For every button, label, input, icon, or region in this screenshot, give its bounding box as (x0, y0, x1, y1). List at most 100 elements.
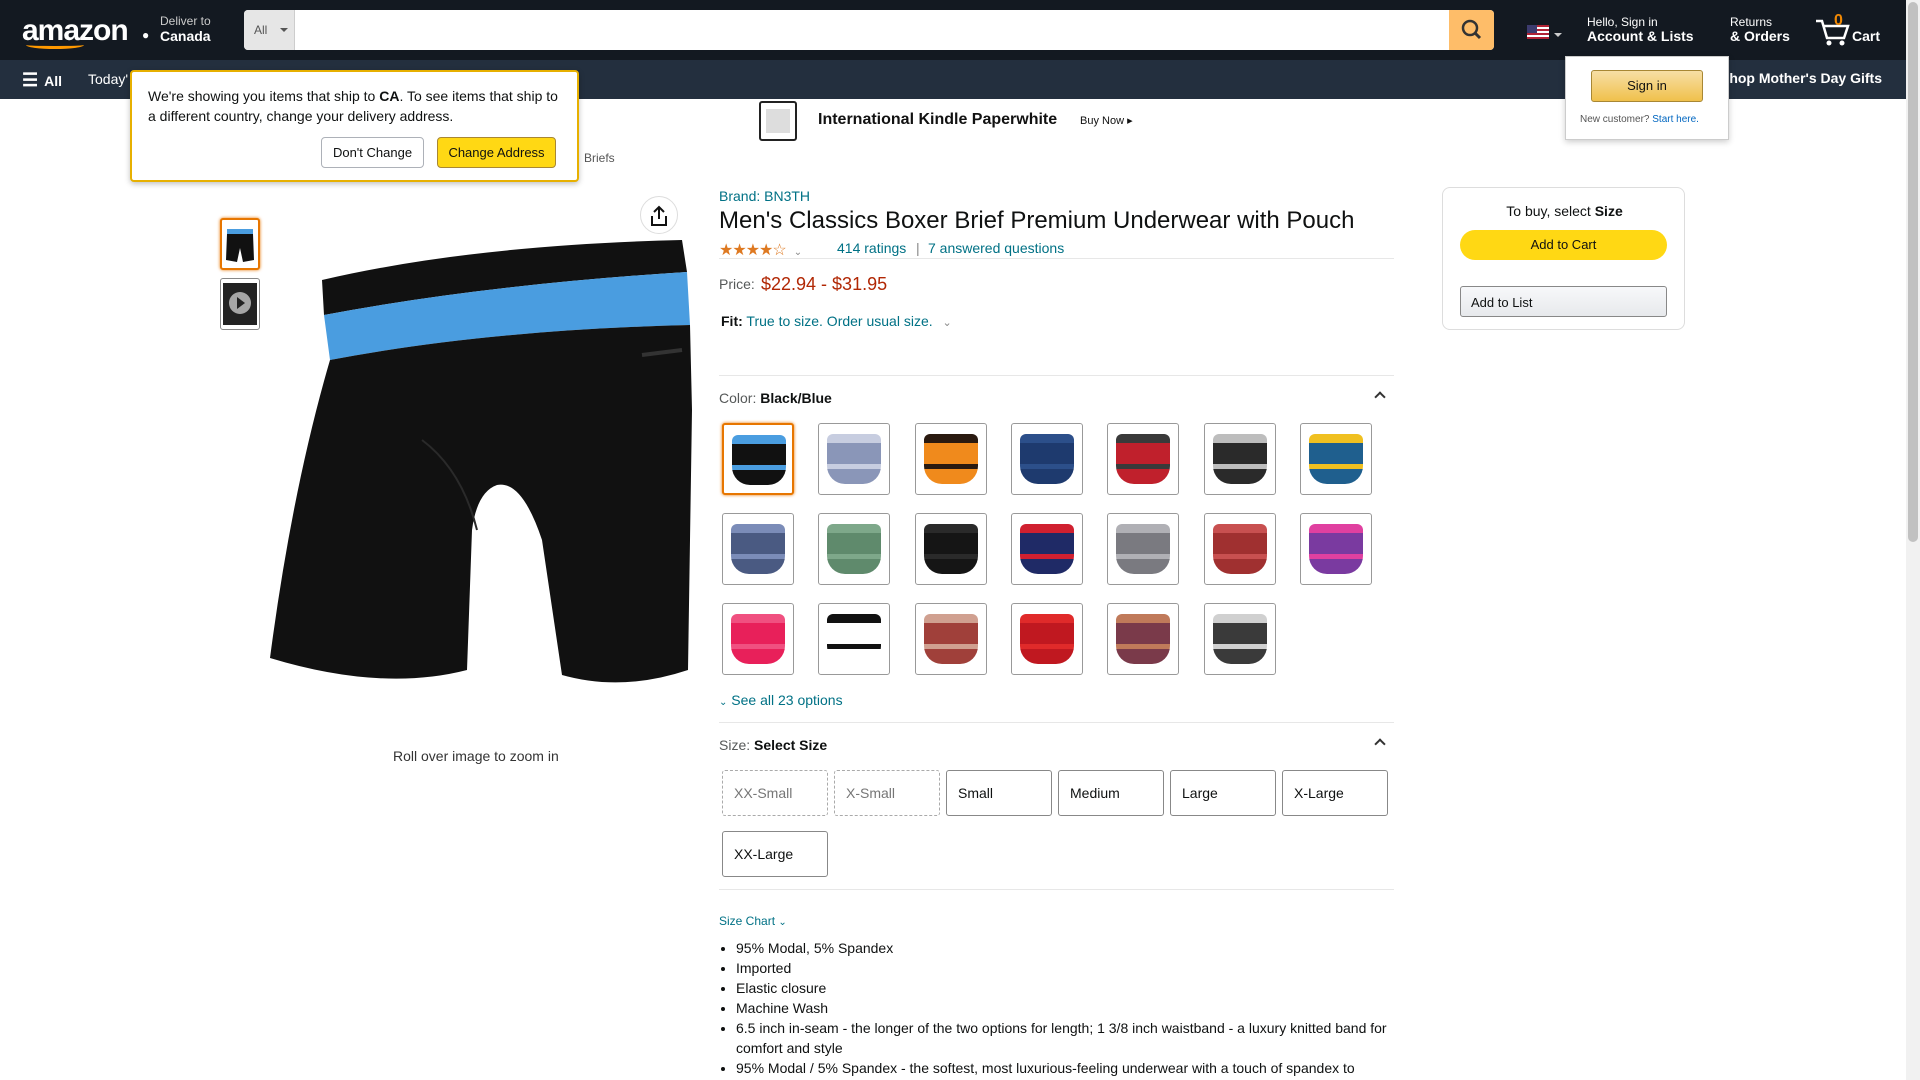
swatch-image (1116, 434, 1171, 484)
color-swatch[interactable] (914, 423, 987, 495)
new-customer-label: New customer? (1580, 114, 1650, 125)
chevron-down-icon: ⌄ (778, 917, 787, 928)
ratings-count-link[interactable]: 414 ratings (837, 240, 906, 256)
hamburger-icon: ☰ (22, 70, 39, 90)
color-swatch[interactable] (818, 423, 891, 495)
cart-label: Cart (1852, 28, 1881, 44)
color-swatch[interactable] (722, 423, 794, 495)
swatch-image (731, 524, 785, 574)
feature-bullet: 95% Modal, 5% Spandex (736, 938, 1392, 958)
fit-info[interactable]: Fit: True to size. Order usual size. ⌄ (721, 313, 952, 329)
color-swatch[interactable] (1203, 513, 1276, 585)
size-chart-link[interactable]: Size Chart ⌄ (719, 914, 787, 928)
cart-button[interactable]: 0 Cart (1814, 12, 1884, 48)
account-lists-label: Account & Lists (1587, 28, 1694, 44)
color-swatch[interactable] (722, 603, 794, 675)
chevron-down-icon (1554, 33, 1562, 41)
selected-color: Black/Blue (760, 390, 832, 406)
account-menu[interactable]: Hello, Sign in Account & Lists (1587, 15, 1694, 43)
size-option-large[interactable]: Large (1170, 770, 1276, 816)
us-flag-icon[interactable] (1527, 25, 1549, 39)
size-option-x-small[interactable]: X-Small (834, 770, 940, 816)
search-icon (1461, 19, 1482, 40)
color-swatch[interactable] (1299, 513, 1372, 585)
swatch-image (1212, 614, 1267, 664)
size-option-xx-small[interactable]: XX-Small (722, 770, 828, 816)
amazon-smile-icon (26, 41, 84, 49)
cart-icon (1816, 19, 1850, 46)
swatch-image (827, 614, 882, 664)
add-to-cart-button[interactable]: Add to Cart (1460, 230, 1667, 260)
nav-link-mothers-day[interactable]: Shop Mother's Day Gifts (1720, 70, 1882, 86)
color-swatch[interactable] (1010, 513, 1083, 585)
dont-change-button[interactable]: Don't Change (321, 137, 424, 168)
swatch-image (1308, 434, 1363, 484)
selected-size: Select Size (754, 737, 828, 753)
color-swatch[interactable] (722, 513, 794, 585)
search-category-dropdown[interactable]: All (244, 10, 295, 50)
main-product-image[interactable] (262, 230, 698, 690)
feature-bullets: 95% Modal, 5% Spandex Imported Elastic c… (736, 938, 1392, 1078)
breadcrumb[interactable]: Briefs (584, 151, 615, 165)
color-swatch[interactable] (914, 513, 987, 585)
price-label: Price: (719, 276, 755, 292)
boxer-brief-image (270, 240, 692, 683)
color-swatch[interactable] (1010, 423, 1083, 495)
returns-orders[interactable]: Returns & Orders (1730, 15, 1790, 43)
color-swatch[interactable] (818, 603, 891, 675)
video-thumbnail-image (223, 283, 257, 325)
size-option-xx-large[interactable]: XX-Large (722, 831, 828, 877)
buy-box-prompt: To buy, select Size (1443, 203, 1686, 219)
swatch-image (923, 614, 978, 664)
buy-box-prompt-size: Size (1594, 203, 1623, 219)
color-swatch[interactable] (1203, 603, 1276, 675)
swatch-image (1212, 434, 1267, 484)
swatch-image (827, 524, 882, 574)
deliver-to[interactable]: Deliver to Canada (160, 14, 211, 44)
buy-box-prompt-text: To buy, select (1506, 203, 1595, 219)
nav-link-todays-deals[interactable]: Today' (88, 71, 128, 87)
swatch-image (923, 524, 978, 574)
gallery-thumbnail-video[interactable] (220, 278, 260, 330)
start-here-link[interactable]: Start here. (1652, 114, 1699, 125)
color-swatch[interactable] (1107, 423, 1180, 495)
kindle-buy-now[interactable]: Buy Now ▸ (1080, 114, 1133, 127)
fit-value: True to size. Order usual size. (746, 313, 933, 329)
brand-link[interactable]: Brand: BN3TH (719, 188, 810, 204)
change-address-button[interactable]: Change Address (437, 137, 556, 168)
page-scrollbar[interactable] (1906, 0, 1920, 1080)
size-chart-label: Size Chart (719, 914, 776, 928)
color-swatch[interactable] (1107, 603, 1180, 675)
search-input[interactable] (296, 10, 1436, 50)
chevron-up-icon[interactable] (1374, 738, 1386, 750)
chevron-down-icon: ⌄ (793, 247, 802, 258)
color-swatch[interactable] (1299, 423, 1372, 495)
share-button[interactable] (640, 196, 678, 234)
color-swatch[interactable] (1010, 603, 1083, 675)
size-option-x-large[interactable]: X-Large (1282, 770, 1388, 816)
all-menu-label: All (44, 73, 63, 89)
star-rating[interactable]: ★★★★☆ ⌄ (719, 240, 802, 260)
swatch-image (1212, 524, 1267, 574)
size-option-medium[interactable]: Medium (1058, 770, 1164, 816)
color-swatch[interactable] (1107, 513, 1180, 585)
chevron-up-icon[interactable] (1374, 391, 1386, 403)
swatch-image (732, 435, 786, 485)
search-button[interactable] (1449, 10, 1494, 50)
see-all-options-link[interactable]: ⌄ See all 23 options (719, 692, 843, 708)
add-to-list-button[interactable]: Add to List (1460, 286, 1667, 317)
divider (719, 722, 1394, 723)
color-swatch[interactable] (818, 513, 891, 585)
color-swatch[interactable] (914, 603, 987, 675)
answered-questions-link[interactable]: 7 answered questions (928, 240, 1064, 256)
color-swatch[interactable] (1203, 423, 1276, 495)
scrollbar-thumb[interactable] (1908, 2, 1918, 542)
chevron-down-icon: ⌄ (942, 317, 952, 329)
gallery-thumbnail-image[interactable] (220, 218, 260, 270)
swatch-image (1019, 434, 1074, 484)
sign-in-button[interactable]: Sign in (1591, 70, 1703, 102)
size-option-small[interactable]: Small (946, 770, 1052, 816)
separator: | (916, 240, 920, 256)
cart-count: 0 (1834, 12, 1843, 29)
all-menu-button[interactable]: ☰ All (22, 70, 62, 91)
